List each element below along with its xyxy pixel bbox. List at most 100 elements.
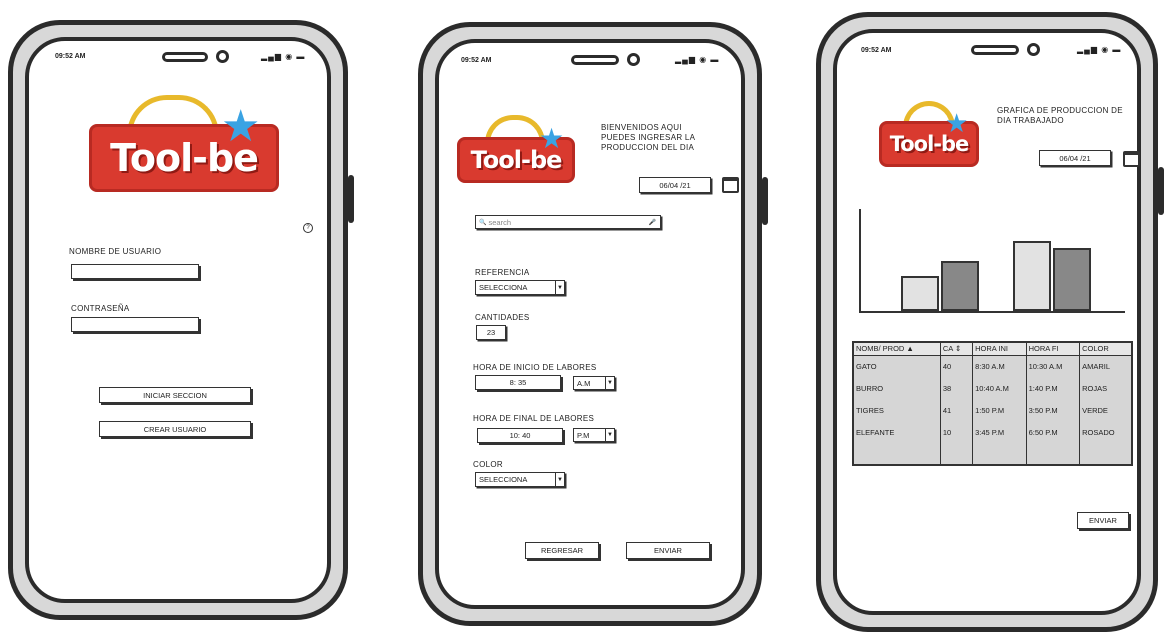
- column-header[interactable]: CA ⇕: [939, 342, 973, 356]
- chevron-down-icon: ▼: [605, 377, 614, 389]
- quantity-label: CANTIDADES: [475, 313, 530, 322]
- create-user-button[interactable]: CREAR USUARIO: [99, 421, 251, 437]
- date-value: 06/04 /21: [1059, 153, 1091, 163]
- star-icon: ★: [221, 102, 261, 151]
- end-ampm-select[interactable]: P.M ▼: [573, 428, 615, 442]
- table-body: GATO 40 8:30 A.M 10:30 A.M AMARIL BURRO 38 10:4…: [853, 355, 1132, 465]
- screen-production-form: 09:52 AM ▂▄▆ ◉ ▬ Tool-be ★ BIENVENIDOS A…: [435, 39, 745, 609]
- chart-page-title: GRAFICA DE PRODUCCION DE DIA TRABAJADO: [997, 106, 1123, 125]
- mic-icon[interactable]: 🎤: [649, 219, 656, 226]
- color-select[interactable]: SELECCIONA ▼: [475, 472, 565, 487]
- signal-icons: ▂▄▆ ◉ ▬: [1077, 45, 1122, 54]
- table-cell: 3:45 P.M: [972, 421, 1027, 443]
- side-button: [348, 175, 354, 223]
- search-placeholder: search: [488, 217, 511, 227]
- table-cell: 40: [939, 355, 973, 377]
- table-cell: [1079, 443, 1132, 465]
- send-button[interactable]: ENVIAR: [626, 542, 710, 559]
- start-ampm-select[interactable]: A.M ▼: [573, 376, 615, 390]
- calendar-icon[interactable]: [722, 177, 739, 193]
- star-icon: ★: [539, 123, 565, 154]
- quantity-value: 23: [486, 328, 496, 337]
- password-field[interactable]: [71, 317, 199, 332]
- back-button[interactable]: REGRESAR: [525, 542, 599, 559]
- quantity-field[interactable]: 23: [476, 325, 506, 340]
- star-icon: ★: [945, 108, 969, 138]
- date-field[interactable]: 06/04 /21: [639, 177, 711, 193]
- search-input[interactable]: 🔍 search 🎤: [475, 215, 661, 229]
- production-bar-chart: [859, 209, 1125, 313]
- camera-icon: [1027, 43, 1040, 56]
- toolbe-logo: Tool-be ★: [81, 89, 281, 199]
- send-button[interactable]: ENVIAR: [1077, 512, 1129, 529]
- phone-production-form: 09:52 AM ▂▄▆ ◉ ▬ Tool-be ★ BIENVENIDOS A…: [418, 22, 768, 626]
- table-cell: 38: [939, 377, 973, 399]
- table-row[interactable]: BURRO 38 10:40 A.M 1:40 P.M ROJAS: [853, 377, 1132, 399]
- welcome-text: BIENVENIDOS AQUI PUEDES INGRESAR LA PROD…: [601, 123, 695, 152]
- column-header[interactable]: COLOR: [1079, 342, 1132, 356]
- login-button[interactable]: INICIAR SECCION: [99, 387, 251, 403]
- start-time-label: HORA DE INICIO DE LABORES: [473, 363, 597, 372]
- screen-production-chart: 09:52 AM ▂▄▆ ◉ ▬ Tool-be ★ GRAFICA DE PR…: [833, 29, 1141, 615]
- date-value: 06/04 /21: [659, 180, 691, 190]
- table-cell: ELEFANTE: [856, 427, 895, 437]
- start-time-value: 8: 35: [509, 378, 527, 387]
- end-time-field[interactable]: 10: 40: [477, 428, 563, 443]
- x-axis: [859, 311, 1125, 313]
- calendar-icon[interactable]: [1123, 151, 1140, 167]
- table-cell: 10:40 A.M: [972, 377, 1027, 399]
- table-row[interactable]: ELEFANTE 10 3:45 P.M 6:50 P.M ROSADO: [853, 421, 1132, 443]
- table-cell: GATO: [856, 361, 877, 371]
- table-cell: 3:50 P.M: [1025, 399, 1080, 421]
- help-icon[interactable]: ?: [303, 223, 313, 233]
- table-cell: [1025, 443, 1080, 465]
- y-axis: [859, 209, 861, 313]
- chart-bar: [1013, 241, 1051, 311]
- signal-icons: ▂▄▆ ◉ ▬: [675, 55, 720, 64]
- speaker-icon: [971, 45, 1019, 55]
- color-value: SELECCIONA: [479, 475, 528, 484]
- table-cell: ROJAS: [1079, 377, 1132, 399]
- table-cell: 8:30 A.M: [972, 355, 1027, 377]
- phone-production-chart: 09:52 AM ▂▄▆ ◉ ▬ Tool-be ★ GRAFICA DE PR…: [816, 12, 1164, 632]
- table-row[interactable]: [853, 443, 1132, 465]
- status-time: 09:52 AM: [461, 57, 492, 64]
- start-time-field[interactable]: 8: 35: [475, 375, 561, 390]
- username-label: NOMBRE DE USUARIO: [69, 247, 162, 256]
- production-table: NOMB/ PROD ▲ CA ⇕ HORA INI HORA FI COLOR GAT…: [852, 341, 1133, 466]
- screen-login: 09:52 AM ▂▄▆ ◉ ▬ Tool-be ★ ? NOMBRE DE U…: [25, 37, 331, 603]
- chevron-down-icon: ▼: [555, 473, 564, 486]
- end-time-value: 10: 40: [509, 431, 531, 440]
- color-label: COLOR: [473, 460, 503, 469]
- table-cell: 6:50 P.M: [1025, 421, 1080, 443]
- table-cell: 10:30 A.M: [1025, 355, 1080, 377]
- table-cell: ROSADO: [1079, 421, 1132, 443]
- username-field[interactable]: [71, 264, 199, 279]
- table-cell: BURRO: [856, 383, 884, 393]
- column-header[interactable]: HORA FI: [1025, 342, 1080, 356]
- table-cell: AMARIL: [1079, 355, 1132, 377]
- column-header[interactable]: HORA INI: [972, 342, 1027, 356]
- table-cell: 1:40 P.M: [1025, 377, 1080, 399]
- help-glyph: ?: [306, 225, 310, 231]
- toolbe-logo: Tool-be ★: [453, 111, 583, 191]
- date-field[interactable]: 06/04 /21: [1039, 150, 1111, 166]
- end-ampm-value: P.M: [577, 430, 590, 440]
- chart-bar: [1053, 248, 1091, 311]
- table-row[interactable]: GATO 40 8:30 A.M 10:30 A.M AMARIL: [853, 355, 1132, 377]
- table-cell: TIGRES: [856, 405, 884, 415]
- speaker-icon: [162, 52, 208, 62]
- table-row[interactable]: TIGRES 41 1:50 P.M 3:50 P.M VERDE: [853, 399, 1132, 421]
- table-cell: [853, 443, 940, 465]
- reference-select[interactable]: SELECCIONA ▼: [475, 280, 565, 295]
- search-icon: 🔍: [479, 219, 487, 226]
- table-cell: 1:50 P.M: [972, 399, 1027, 421]
- speaker-icon: [571, 55, 619, 65]
- chart-bar: [941, 261, 979, 311]
- side-button: [1158, 167, 1164, 215]
- table-header-row: NOMB/ PROD ▲ CA ⇕ HORA INI HORA FI COLOR: [853, 342, 1132, 356]
- chevron-down-icon: ▼: [555, 281, 564, 294]
- table-cell: [972, 443, 1027, 465]
- chevron-down-icon: ▼: [605, 429, 614, 441]
- column-header[interactable]: NOMB/ PROD ▲: [853, 342, 941, 356]
